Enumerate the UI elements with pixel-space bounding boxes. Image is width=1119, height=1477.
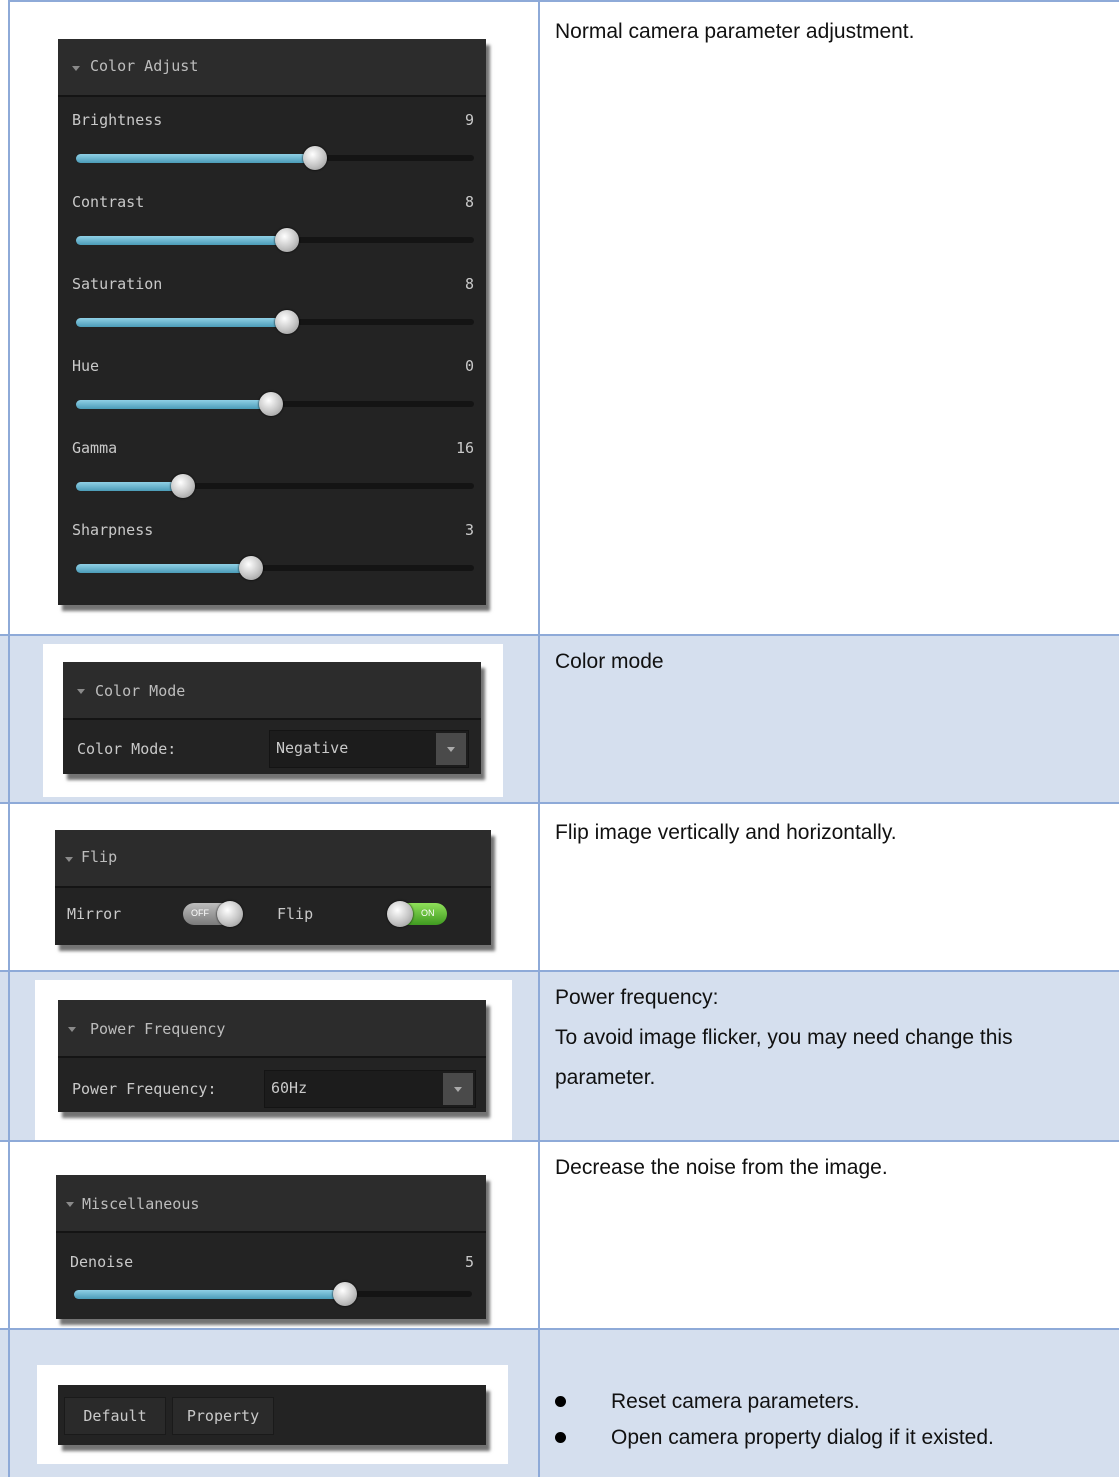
color-mode-label: Color Mode: (77, 740, 177, 758)
slider-label: Contrast (72, 193, 145, 211)
chevron-down-icon (447, 747, 455, 752)
power-frequency-panel-header[interactable]: Power Frequency (58, 1000, 486, 1058)
slider-knob[interactable] (303, 146, 327, 170)
table-left-border (8, 0, 10, 1477)
color-adjust-panel-header[interactable]: Color Adjust (58, 39, 486, 97)
bullet-dot-icon (555, 1396, 566, 1407)
flip-description: Flip image vertically and horizontally. (555, 821, 897, 844)
flip-toggle[interactable]: ON (387, 901, 447, 927)
panel-title: Color Mode (95, 682, 186, 700)
property-button[interactable]: Property (172, 1397, 274, 1435)
collapse-triangle-icon (72, 66, 80, 71)
power-frequency-panel: Power Frequency Power Frequency: 60Hz (58, 1000, 486, 1112)
slider-label: Sharpness (72, 521, 154, 539)
slider-label: Saturation (72, 275, 163, 293)
slider-value: 3 (464, 521, 474, 539)
slider-fill (76, 564, 251, 573)
color-mode-panel-header[interactable]: Color Mode (63, 662, 481, 720)
color-mode-select[interactable]: Negative (269, 730, 469, 768)
table-top-border (8, 0, 1119, 2)
collapse-triangle-icon (65, 857, 73, 862)
color-adjust-description: Normal camera parameter adjustment. (555, 20, 915, 43)
slider-fill (76, 154, 315, 163)
toggle-knob-icon (387, 901, 413, 927)
collapse-triangle-icon (66, 1202, 74, 1207)
denoise-label: Denoise (70, 1253, 134, 1271)
toggle-state-text: ON (421, 908, 435, 918)
panel-title: Power Frequency (90, 1020, 226, 1038)
color-mode-selected-value: Negative (276, 739, 349, 757)
toggle-knob-icon (217, 901, 243, 927)
panel-title: Color Adjust (90, 57, 199, 75)
slider-knob[interactable] (275, 228, 299, 252)
panel-title: Miscellaneous (82, 1195, 200, 1213)
power-frequency-label: Power Frequency: (72, 1080, 217, 1098)
slider-label: Brightness (72, 111, 163, 129)
chevron-down-icon (454, 1087, 462, 1092)
slider-knob[interactable] (171, 474, 195, 498)
slider-knob[interactable] (259, 392, 283, 416)
slider-fill (76, 236, 287, 245)
slider-label: Hue (72, 357, 100, 375)
color-adjust-panel: Color Adjust Brightness 9 Contrast 8 Saturat… (58, 39, 486, 605)
bullet-text: Open camera property dialog if it existe… (611, 1426, 994, 1449)
buttons-panel: Default Property (58, 1385, 486, 1445)
slider-fill (76, 318, 287, 327)
bullet-text: Reset camera parameters. (611, 1390, 860, 1413)
power-frequency-description-line3: parameter. (555, 1066, 656, 1089)
flip-panel: Flip Mirror OFF Flip ON (55, 830, 491, 945)
slider-value: 16 (455, 439, 474, 457)
mirror-label: Mirror (67, 905, 122, 923)
miscellaneous-panel-header[interactable]: Miscellaneous (56, 1175, 486, 1233)
color-mode-panel: Color Mode Color Mode: Negative (63, 662, 481, 774)
collapse-triangle-icon (68, 1027, 76, 1032)
slider-value: 8 (464, 275, 474, 293)
toggle-state-text: OFF (191, 908, 209, 918)
parameter-table: Normal camera parameter adjustment. Colo… (0, 0, 1119, 1477)
denoise-slider-fill (74, 1290, 345, 1299)
slider-fill (76, 482, 183, 491)
slider-knob[interactable] (275, 310, 299, 334)
power-frequency-description-line1: Power frequency: (555, 986, 719, 1009)
collapse-triangle-icon (77, 689, 85, 694)
slider-value: 9 (464, 111, 474, 129)
slider-value: 0 (464, 357, 474, 375)
dropdown-arrow-button[interactable] (443, 1073, 473, 1105)
power-frequency-selected-value: 60Hz (271, 1079, 308, 1097)
denoise-value: 5 (464, 1253, 474, 1271)
denoise-slider-knob[interactable] (333, 1282, 357, 1306)
slider-fill (76, 400, 271, 409)
power-frequency-description-line2: To avoid image flicker, you may need cha… (555, 1026, 1013, 1049)
dropdown-arrow-button[interactable] (436, 733, 466, 765)
slider-knob[interactable] (239, 556, 263, 580)
slider-value: 8 (464, 193, 474, 211)
panel-title: Flip (81, 848, 118, 866)
flip-label: Flip (277, 905, 314, 923)
miscellaneous-panel: Miscellaneous Denoise 5 (56, 1175, 486, 1319)
color-mode-description: Color mode (555, 650, 664, 673)
bullet-dot-icon (555, 1432, 566, 1443)
table-column-divider (538, 0, 540, 1477)
power-frequency-select[interactable]: 60Hz (264, 1070, 476, 1108)
flip-panel-header[interactable]: Flip (55, 830, 491, 888)
mirror-toggle[interactable]: OFF (183, 901, 243, 927)
slider-label: Gamma (72, 439, 118, 457)
miscellaneous-description: Decrease the noise from the image. (555, 1156, 888, 1179)
default-button[interactable]: Default (64, 1397, 166, 1435)
